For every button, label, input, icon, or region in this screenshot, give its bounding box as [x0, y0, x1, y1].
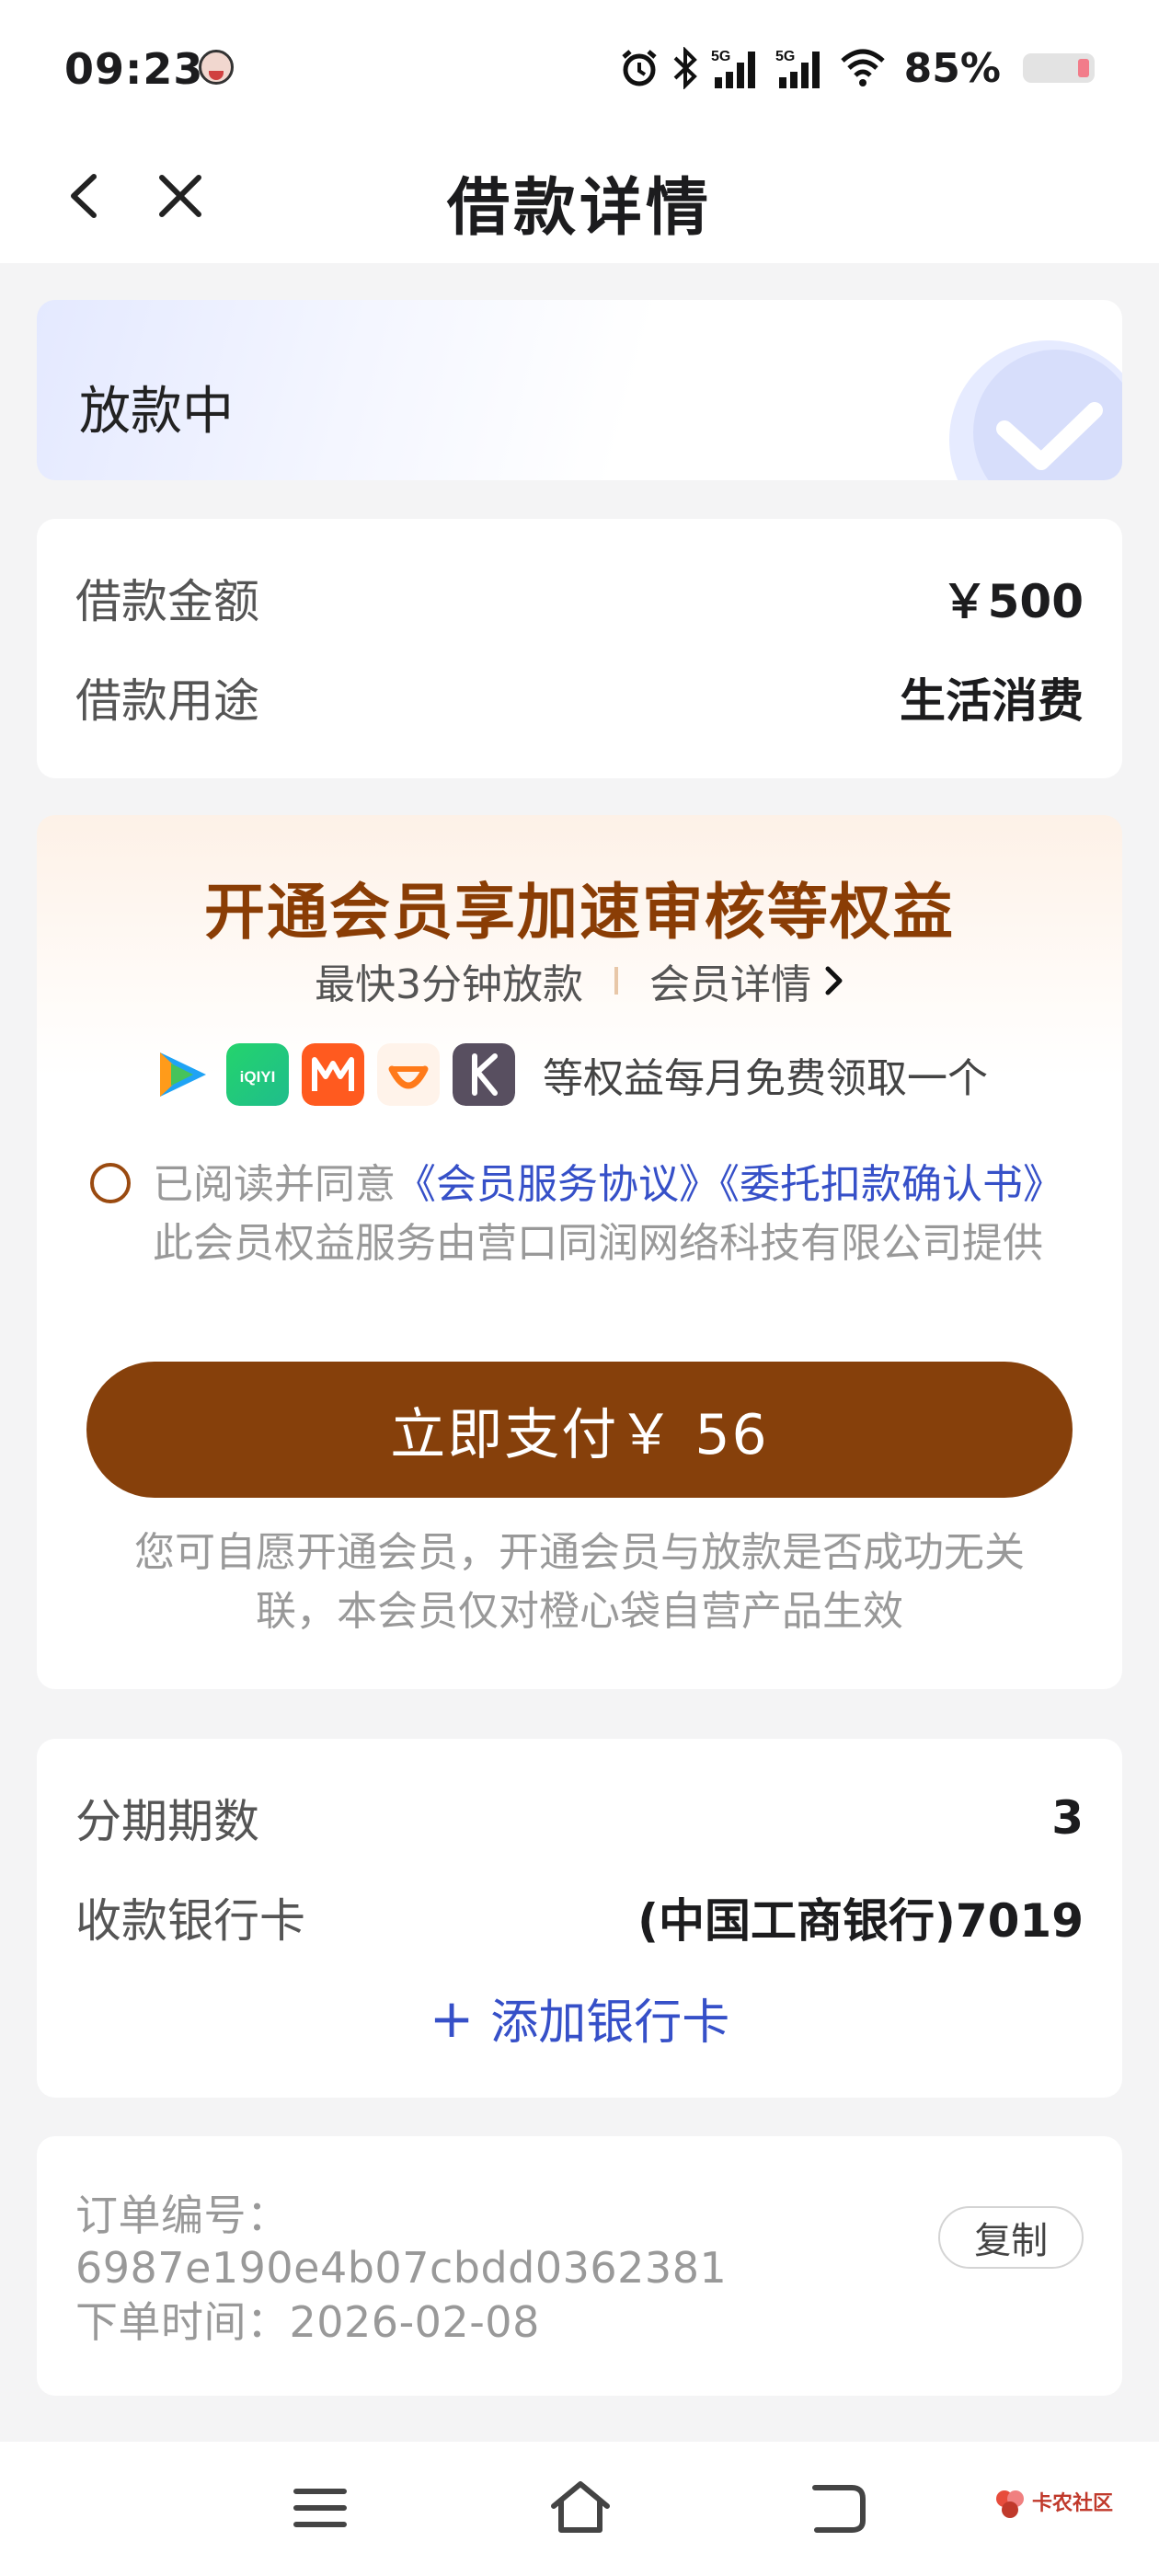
loan-purpose-label: 借款用途 — [75, 674, 259, 728]
loan-info-card: 借款金额 ￥500 借款用途 生活消费 — [37, 519, 1122, 778]
order-time-value: 2026-02-08 — [289, 2297, 540, 2347]
signal-5g-icon: 5G — [711, 49, 755, 88]
add-bank-card-label: 添加银行卡 — [490, 1995, 730, 2051]
iqiyi-icon: iQIYI — [226, 1043, 289, 1106]
bluetooth-icon — [673, 47, 697, 89]
membership-note: 您可自愿开通会员，开通会员与放款是否成功无关联，本会员仅对橙心袋自营产品生效 — [134, 1529, 1025, 1635]
status-bar: 09:23 5G 5G 85% — [0, 0, 1159, 129]
agreement-prefix: 已阅读并同意 — [153, 1161, 396, 1208]
order-number-value: 6987e190e4b07cbdd0362381 — [75, 2243, 728, 2293]
loan-amount-row: 借款金额 ￥500 — [75, 565, 1084, 631]
agreement-text: 已阅读并同意《会员服务协议》《委托扣款确认书》此会员权益服务由营口同润网络科技有… — [153, 1156, 1069, 1273]
battery-icon — [1023, 53, 1095, 83]
watermark-text: 卡农社区 — [1032, 2492, 1114, 2515]
page-title: 借款详情 — [446, 172, 712, 245]
repayment-info-card: 分期期数 3 收款银行卡 (中国工商银行)7019 + 添加银行卡 — [37, 1739, 1122, 2098]
agreement-radio[interactable] — [90, 1163, 131, 1203]
chevron-right-icon — [825, 966, 843, 995]
membership-card: 开通会员享加速审核等权益 最快3分钟放款 会员详情 iQIYI 等权益每月免费领… — [37, 815, 1122, 1689]
order-number-row: 订单编号：6987e190e4b07cbdd0362381 复制 — [75, 2182, 1084, 2293]
keep-icon — [453, 1043, 515, 1106]
didi-icon — [377, 1043, 440, 1106]
plus-icon: + — [429, 1986, 475, 2050]
back-nav-icon[interactable] — [809, 2482, 868, 2536]
membership-detail-link[interactable]: 会员详情 — [649, 951, 844, 1010]
agreement-suffix: 此会员权益服务由营口同润网络科技有限公司提供 — [153, 1220, 1043, 1267]
status-icons: 5G 5G 85% — [619, 42, 1095, 94]
alarm-icon — [622, 50, 657, 86]
svg-text:iQIYI: iQIYI — [240, 1068, 276, 1086]
agreement-row: 已阅读并同意《会员服务协议》《委托扣款确认书》此会员权益服务由营口同润网络科技有… — [90, 1156, 1069, 1273]
signal-5g-icon: 5G — [775, 49, 820, 88]
mango-tv-icon — [302, 1043, 364, 1106]
order-time: 下单时间：2026-02-08 — [75, 2289, 540, 2350]
home-icon[interactable] — [548, 2478, 613, 2536]
membership-apps-row: iQIYI 等权益每月免费领取一个 — [151, 1043, 988, 1106]
bank-card-row: 收款银行卡 (中国工商银行)7019 — [75, 1884, 1084, 1950]
network-label: 5G — [711, 49, 730, 64]
tencent-video-icon — [160, 1052, 206, 1097]
menu-icon[interactable] — [293, 2484, 348, 2532]
membership-subtitle-row: 最快3分钟放款 会员详情 — [37, 951, 1122, 1010]
installments-row: 分期期数 3 — [75, 1785, 1084, 1851]
order-time-row: 下单时间：2026-02-08 — [75, 2289, 1084, 2350]
loan-amount-label: 借款金额 — [75, 575, 259, 628]
network-label: 5G — [775, 49, 795, 64]
apps-text: 等权益每月免费领取一个 — [543, 1055, 988, 1102]
add-bank-card-button[interactable]: + 添加银行卡 — [37, 1984, 1122, 2053]
pay-now-button[interactable]: 立即支付￥ 56 — [86, 1362, 1073, 1498]
loan-purpose-value: 生活消费 — [900, 674, 1084, 728]
debit-confirmation-link[interactable]: 《委托扣款确认书》 — [719, 1161, 1063, 1208]
loan-amount-value: ￥500 — [941, 575, 1084, 628]
order-number-label: 订单编号： — [75, 2191, 290, 2240]
installments-value: 3 — [1051, 1791, 1084, 1845]
loan-status-text: 放款中 — [79, 382, 234, 442]
status-time: 09:23 — [64, 44, 204, 94]
order-info-card: 订单编号：6987e190e4b07cbdd0362381 复制 下单时间：20… — [37, 2136, 1122, 2396]
order-number: 订单编号：6987e190e4b07cbdd0362381 — [75, 2182, 938, 2293]
watermark: 卡农社区 — [993, 2488, 1113, 2521]
copy-button[interactable]: 复制 — [938, 2206, 1084, 2269]
watermark-logo-icon — [996, 2490, 1024, 2518]
wifi-icon — [840, 49, 885, 86]
bank-card-value[interactable]: (中国工商银行)7019 — [637, 1884, 1084, 1950]
check-circle-icon — [949, 340, 1122, 480]
divider — [614, 967, 618, 995]
notification-avatar-icon — [199, 50, 234, 85]
installments-label: 分期期数 — [75, 1795, 259, 1848]
membership-title: 开通会员享加速审核等权益 — [204, 877, 955, 948]
membership-subtitle: 最快3分钟放款 — [315, 961, 583, 1008]
system-nav-bar: 卡农社区 — [0, 2442, 1159, 2576]
loan-purpose-row: 借款用途 生活消费 — [75, 664, 1084, 730]
bank-card-label: 收款银行卡 — [75, 1894, 305, 1948]
order-time-label: 下单时间： — [75, 2297, 290, 2347]
nav-bar: 借款详情 — [0, 129, 1159, 263]
loan-status-card: 放款中 — [37, 300, 1122, 480]
member-service-agreement-link[interactable]: 《会员服务协议》 — [396, 1161, 719, 1208]
membership-detail-label: 会员详情 — [649, 961, 811, 1008]
battery-percent: 85% — [903, 44, 1001, 92]
